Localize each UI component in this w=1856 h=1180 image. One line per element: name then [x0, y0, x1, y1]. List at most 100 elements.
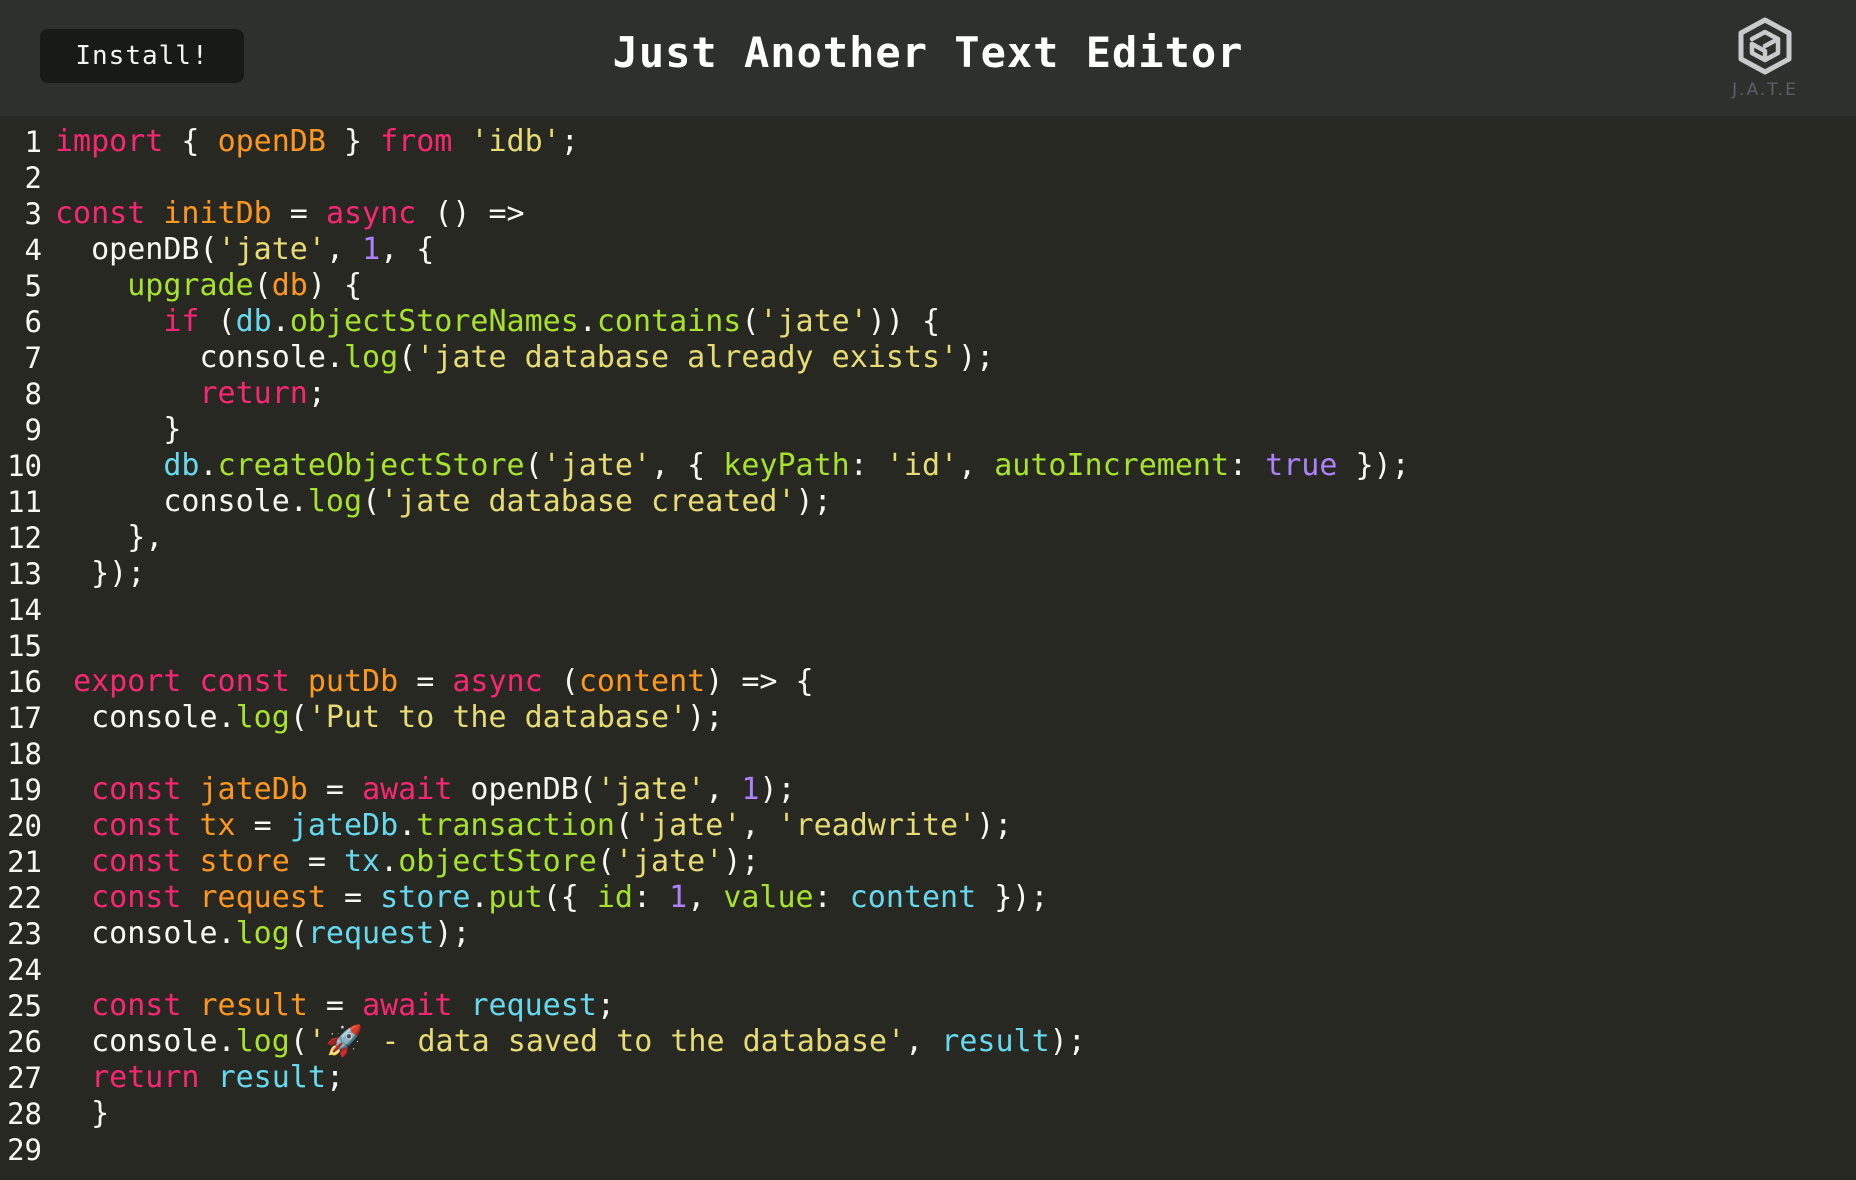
code-token: content [849, 880, 977, 915]
code-token: openDB( [55, 232, 218, 267]
line-text: }, [55, 520, 163, 556]
code-token: tx [344, 844, 381, 879]
code-token: ( [398, 340, 417, 375]
code-token: : [633, 880, 670, 915]
code-token: , [325, 232, 363, 267]
code-token: jateDb [289, 808, 399, 843]
code-token: if [163, 304, 200, 339]
line-text: console.log('jate database created'); [55, 484, 831, 520]
code-token: 'jate database already exists' [416, 340, 959, 375]
code-token: tx [199, 808, 236, 843]
code-token: request [199, 880, 326, 915]
code-token: , [958, 448, 995, 483]
logo-text: J.A.T.E [1732, 80, 1798, 100]
code-token: , [741, 808, 778, 843]
code-token: content [578, 664, 706, 699]
code-token: ( [289, 916, 308, 951]
line-text: export const putDb = async (content) => … [55, 664, 814, 700]
line-number: 9 [24, 413, 42, 447]
line-number: 6 [24, 305, 42, 339]
code-token: , [687, 880, 724, 915]
code-token: } [325, 124, 381, 159]
code-token: result [217, 1060, 326, 1095]
code-token: '🚀 - data saved to the database' [307, 1024, 906, 1059]
hexagon-cube-logo-icon [1738, 17, 1792, 75]
code-token: 1 [669, 880, 688, 915]
app-title: Just Another Text Editor [612, 28, 1244, 77]
code-token: put [488, 880, 543, 915]
line-number: 8 [24, 377, 42, 411]
code-token: const [55, 196, 146, 231]
code-token: 'jate' [217, 232, 326, 267]
code-token: = [307, 988, 363, 1023]
line-number: 25 [7, 989, 42, 1023]
code-token: store [199, 844, 290, 879]
code-token: 'Put to the database' [307, 700, 688, 735]
code-token: , [705, 772, 742, 807]
code-token: ) => { [705, 664, 814, 699]
code-token: objectStore [398, 844, 597, 879]
code-token: db [235, 304, 272, 339]
code-token: () => [416, 196, 525, 231]
code-token: console. [55, 916, 236, 951]
code-token: }, [55, 520, 164, 555]
line-text: console.log(request); [55, 916, 470, 952]
code-token: transaction [416, 808, 615, 843]
code-token: console. [55, 340, 344, 375]
code-token: putDb [307, 664, 399, 699]
code-token: ({ [542, 880, 597, 915]
line-number: 12 [7, 521, 42, 555]
code-token: id [596, 880, 633, 915]
code-token: log [235, 700, 290, 735]
code-token: . [398, 808, 417, 843]
code-token: ; [325, 1060, 344, 1095]
code-token: }); [1337, 448, 1410, 483]
code-editor[interactable]: 1 import { openDB } from 'idb'; 2 3 const in… [0, 116, 1856, 1180]
code-token: async [452, 664, 543, 699]
line-text: upgrade(db) { [55, 268, 362, 304]
code-token: . [199, 448, 218, 483]
code-token: ( [362, 484, 381, 519]
code-token: . [578, 304, 597, 339]
line-number: 22 [7, 881, 42, 915]
code-token: result [199, 988, 308, 1023]
code-token: upgrade [127, 268, 254, 303]
code-token: value [723, 880, 814, 915]
line-number: 3 [24, 197, 42, 231]
line-number: 16 [7, 665, 42, 699]
line-number: 23 [7, 917, 42, 951]
code-token: ); [434, 916, 471, 951]
line-number: 10 [7, 449, 42, 483]
code-token: ) { [307, 268, 363, 303]
code-token: ( [614, 808, 633, 843]
line-text: } [55, 1096, 109, 1132]
code-token: contains [596, 304, 742, 339]
line-number: 20 [7, 809, 42, 843]
code-token: = [307, 772, 363, 807]
code-token: jateDb [199, 772, 308, 807]
code-token: 'jate' [542, 448, 652, 483]
code-token: ( [289, 1024, 308, 1059]
line-text: const store = tx.objectStore('jate'); [55, 844, 759, 880]
code-token: . [380, 844, 399, 879]
code-token: const [91, 988, 182, 1023]
code-token: ( [289, 700, 308, 735]
line-number: 26 [7, 1025, 42, 1059]
code-token: await [362, 988, 453, 1023]
code-token: const [91, 772, 182, 807]
logo: J.A.T.E [1718, 16, 1812, 106]
line-text: const request = store.put({ id: 1, value… [55, 880, 1048, 916]
code-token: } [55, 1096, 110, 1131]
code-token: : [813, 880, 850, 915]
code-token: console. [55, 484, 308, 519]
line-number: 29 [7, 1133, 42, 1167]
